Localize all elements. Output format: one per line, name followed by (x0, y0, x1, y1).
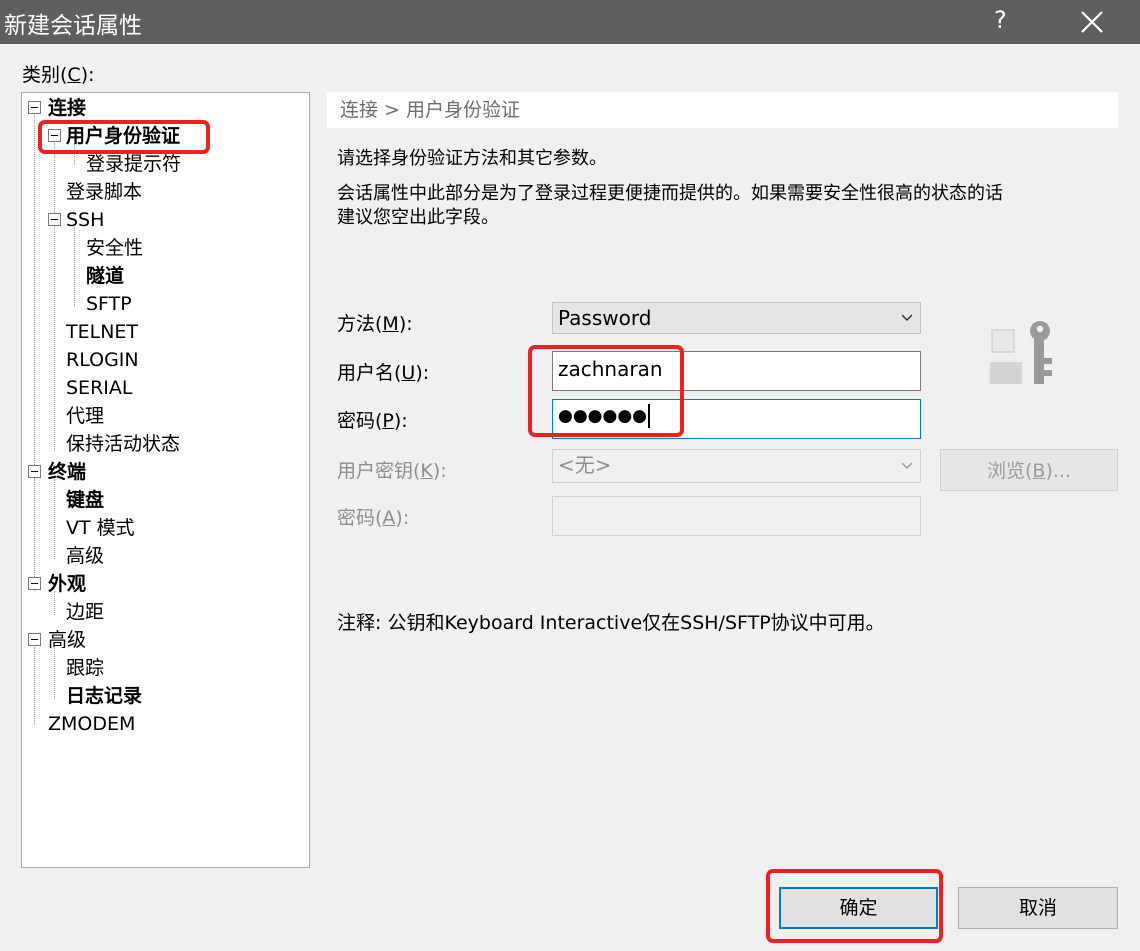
ok-button[interactable]: 确定 (779, 887, 938, 929)
tree-item-trace[interactable]: 跟踪 (66, 654, 104, 682)
tree-item-appearance[interactable]: 外观 (48, 570, 86, 598)
tree-item-serial[interactable]: SERIAL (66, 374, 132, 402)
password-mask: ●●●●●● (558, 406, 648, 426)
collapse-icon[interactable] (28, 577, 41, 590)
collapse-icon[interactable] (28, 633, 41, 646)
collapse-icon[interactable] (28, 465, 41, 478)
tree-item-rlogin[interactable]: RLOGIN (66, 346, 139, 374)
tree-connector (34, 479, 35, 591)
tree-item-login-prompt[interactable]: 登录提示符 (86, 150, 181, 178)
help-button[interactable]: ? (994, 6, 1007, 34)
tree-item-tunnel[interactable]: 隧道 (86, 262, 124, 290)
tree-item-telnet[interactable]: TELNET (66, 318, 138, 346)
dialog-title: 新建会话属性 (4, 13, 142, 39)
description-line: 建议您空出此字段。 (337, 207, 499, 228)
tree-connector (34, 647, 35, 725)
collapse-icon[interactable] (48, 129, 61, 142)
breadcrumb: 连接 > 用户身份验证 (327, 92, 1118, 128)
title-bar: 新建会话属性 ? (0, 0, 1140, 44)
tree-item-keepalive[interactable]: 保持活动状态 (66, 430, 180, 458)
username-input[interactable]: zachnaran (552, 351, 921, 391)
text-cursor (648, 404, 651, 428)
password-input[interactable]: ●●●●●● (552, 399, 921, 439)
tree-item-proxy[interactable]: 代理 (66, 402, 104, 430)
tree-item-vt-mode[interactable]: VT 模式 (66, 514, 135, 542)
browse-button: 浏览(B)... (940, 449, 1118, 491)
tree-item-terminal[interactable]: 终端 (48, 458, 86, 486)
tree-item-terminal-advanced[interactable]: 高级 (66, 542, 104, 570)
tree-item-auth[interactable]: 用户身份验证 (66, 122, 180, 150)
description-line: 请选择身份验证方法和其它参数。 (337, 148, 607, 169)
collapse-icon[interactable] (48, 213, 61, 226)
method-value: Password (558, 306, 652, 330)
username-label: 用户名(U): (337, 362, 430, 384)
category-label: 类别(C): (22, 64, 95, 86)
tree-item-ssh[interactable]: SSH (66, 206, 104, 234)
tree-item-sftp[interactable]: SFTP (86, 290, 132, 318)
tree-item-margin[interactable]: 边距 (66, 598, 104, 626)
category-tree[interactable]: 连接 用户身份验证 登录提示符 登录脚本 SSH 安全性 隧道 SFTP TEL… (21, 92, 310, 868)
tree-item-logging[interactable]: 日志记录 (66, 682, 142, 710)
tree-item-keyboard[interactable]: 键盘 (66, 486, 104, 514)
tree-item-connection[interactable]: 连接 (48, 94, 86, 122)
tree-connector (34, 115, 35, 489)
description-line: 会话属性中此部分是为了登录过程更便捷而提供的。如果需要安全性很高的状态的话 (337, 183, 1003, 204)
method-label: 方法(M): (337, 313, 413, 335)
user-key-icon (990, 321, 1052, 384)
user-key-label: 用户密钥(K): (337, 460, 447, 482)
note-text: 注释: 公钥和Keyboard Interactive仅在SSH/SFTP协议中… (337, 612, 885, 634)
tree-item-login-script[interactable]: 登录脚本 (66, 178, 142, 206)
chevron-down-icon (902, 462, 912, 469)
passphrase-input (552, 496, 921, 536)
tree-connector (54, 479, 55, 559)
collapse-icon[interactable] (28, 101, 41, 114)
close-icon[interactable] (1078, 8, 1106, 36)
password-label: 密码(P): (337, 410, 408, 432)
tree-connector (54, 143, 55, 451)
method-select[interactable]: Password (552, 302, 921, 334)
tree-connector (54, 647, 55, 699)
tree-item-advanced[interactable]: 高级 (48, 626, 86, 654)
tree-item-zmodem[interactable]: ZMODEM (48, 710, 135, 738)
tree-connector (74, 227, 75, 307)
tree-item-security[interactable]: 安全性 (86, 234, 143, 262)
passphrase-label: 密码(A): (337, 507, 410, 529)
cancel-button[interactable]: 取消 (958, 887, 1118, 929)
chevron-down-icon (902, 314, 912, 321)
user-key-select: <无> (552, 449, 921, 483)
user-key-value: <无> (558, 453, 612, 477)
